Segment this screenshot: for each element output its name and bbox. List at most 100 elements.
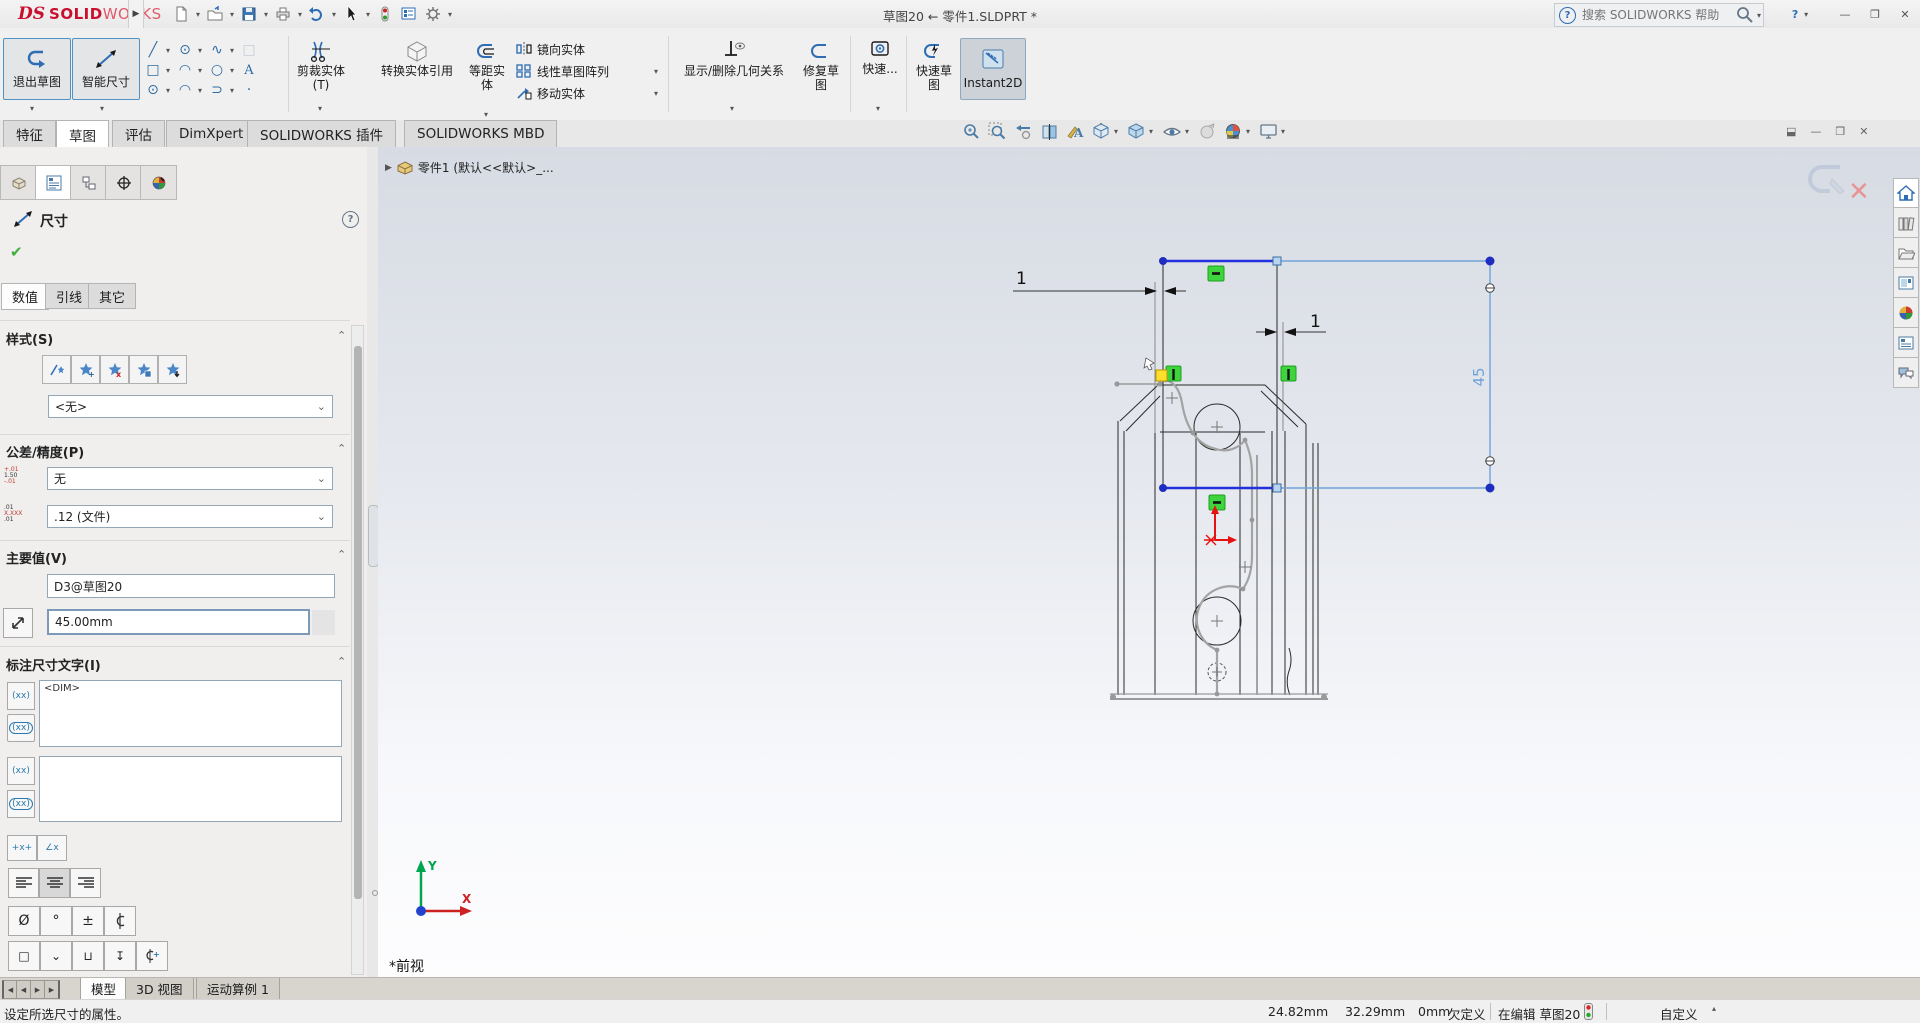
nav-prev-button[interactable]: ◀ bbox=[16, 980, 31, 999]
dropdown-arrow-icon[interactable]: ▾ bbox=[30, 104, 34, 113]
display-manager-tab[interactable] bbox=[140, 165, 177, 200]
view-settings-icon[interactable]: ▾ bbox=[1259, 122, 1287, 141]
dropdown-arrow-icon[interactable]: ▾ bbox=[196, 66, 204, 75]
collapse-icon[interactable]: ⌃ bbox=[337, 548, 346, 561]
square-symbol-button[interactable]: □ bbox=[8, 941, 40, 971]
dimension-45[interactable]: 45 bbox=[1277, 257, 1495, 493]
dimension-name-field[interactable]: D3@草图20 bbox=[47, 574, 335, 598]
zoom-area-icon[interactable] bbox=[988, 122, 1007, 141]
open-button[interactable] bbox=[204, 3, 226, 25]
save-style-button[interactable] bbox=[129, 355, 158, 384]
previous-view-icon[interactable] bbox=[1014, 122, 1033, 141]
taskpane-design-library-icon[interactable] bbox=[1893, 208, 1919, 238]
checkmark-symbol-button[interactable]: ⌄ bbox=[40, 941, 72, 971]
dropdown-arrow-icon[interactable]: ▾ bbox=[1147, 127, 1155, 136]
dimension-1-right[interactable]: 1 bbox=[1256, 312, 1326, 336]
select-cursor-button[interactable] bbox=[340, 3, 362, 25]
undo-button[interactable] bbox=[306, 3, 328, 25]
dropdown-arrow-icon[interactable]: ▾ bbox=[364, 10, 372, 19]
display-style-icon[interactable]: ▾ bbox=[1127, 122, 1155, 141]
logo-expand-button[interactable]: ▶ bbox=[128, 0, 144, 28]
dropdown-arrow-icon[interactable]: ▾ bbox=[100, 104, 104, 113]
dropdown-arrow-icon[interactable]: ▾ bbox=[1244, 127, 1252, 136]
style-section-header[interactable]: 样式(S) bbox=[6, 329, 53, 348]
align-left-button[interactable] bbox=[8, 868, 39, 898]
collapse-icon[interactable]: ⌃ bbox=[337, 655, 346, 668]
rapid-sketch-button[interactable]: 快速... bbox=[856, 40, 904, 76]
selected-point-marker[interactable] bbox=[1156, 370, 1167, 381]
tab-model[interactable]: 模型 bbox=[80, 978, 127, 1000]
slot-curve[interactable] bbox=[1166, 380, 1252, 694]
collapse-icon[interactable]: ⌃ bbox=[337, 442, 346, 455]
centerline-symbol-button[interactable] bbox=[104, 906, 136, 936]
inspection-dimension-button[interactable]: (xx) bbox=[7, 714, 35, 742]
sketch-origin[interactable] bbox=[1204, 505, 1237, 545]
panel-scrollbar[interactable] bbox=[351, 325, 364, 975]
dimension-text-section-header[interactable]: 标注尺寸文字(I) bbox=[6, 655, 101, 674]
up-arrow-icon[interactable]: ▴ bbox=[1712, 1004, 1716, 1013]
spline-tool-icon[interactable]: ∿ bbox=[206, 42, 228, 58]
vertex-handle[interactable] bbox=[1159, 484, 1167, 492]
graphics-area[interactable]: ▶ 零件1 (默认<<默认>_... bbox=[378, 147, 1920, 977]
dropdown-arrow-icon[interactable]: ▾ bbox=[446, 10, 454, 19]
more-symbols-button[interactable]: + bbox=[136, 941, 168, 971]
tab-dimxpert[interactable]: DimXpert bbox=[166, 120, 256, 147]
dropdown-arrow-icon[interactable]: ▾ bbox=[194, 10, 202, 19]
tab-leaders[interactable]: 引线 bbox=[45, 283, 93, 309]
annotation-view-icon[interactable]: A bbox=[1066, 122, 1085, 141]
cancel-sketch-icon[interactable]: ✕ bbox=[1848, 177, 1870, 207]
close-button[interactable]: ✕ bbox=[1892, 4, 1918, 24]
add-parenthesis-button-2[interactable]: (xx) bbox=[7, 757, 35, 785]
dropdown-arrow-icon[interactable]: ▾ bbox=[652, 89, 660, 98]
trim-corner-icon[interactable]: ⊃ bbox=[206, 82, 228, 98]
view-orientation-icon[interactable]: ▾ bbox=[1092, 122, 1120, 141]
style-dropdown[interactable]: <无>⌄ bbox=[48, 395, 333, 418]
taskpane-forum-icon[interactable] bbox=[1893, 358, 1919, 388]
confirmation-corner-icon[interactable] bbox=[1806, 163, 1848, 202]
inspection-dimension-button-2[interactable]: (xx) bbox=[7, 790, 35, 818]
dropdown-arrow-icon[interactable]: ▾ bbox=[1755, 11, 1763, 20]
move-entities-button[interactable]: 移动实体 ▾ bbox=[516, 82, 660, 104]
dropdown-arrow-icon[interactable]: ▾ bbox=[318, 104, 322, 113]
taskpane-custom-properties-icon[interactable] bbox=[1893, 328, 1919, 358]
sketch-drawing[interactable]: 1 1 bbox=[378, 147, 1920, 977]
section-view-icon[interactable] bbox=[1040, 122, 1059, 141]
horizontal-dimension-button[interactable]: +x+ bbox=[7, 835, 37, 861]
linear-pattern-button[interactable]: 线性草图阵列 ▾ bbox=[516, 60, 660, 82]
arc-tool-icon[interactable]: ◠ bbox=[174, 62, 196, 78]
doc-restore-icon[interactable]: ❐ bbox=[1835, 125, 1845, 138]
dropdown-arrow-icon[interactable]: ▾ bbox=[228, 66, 236, 75]
tab-3d-views[interactable]: 3D 视图 bbox=[125, 978, 194, 1000]
dropdown-arrow-icon[interactable]: ▾ bbox=[228, 86, 236, 95]
fillet-tool-icon[interactable]: ◠ bbox=[174, 82, 196, 98]
selection-filter-icon[interactable] bbox=[374, 3, 396, 25]
save-button[interactable] bbox=[238, 3, 260, 25]
taskpane-view-palette-icon[interactable] bbox=[1893, 268, 1919, 298]
taskpane-file-explorer-icon[interactable] bbox=[1893, 238, 1919, 268]
dropdown-arrow-icon[interactable]: ▾ bbox=[196, 46, 204, 55]
custom-toolbar-status[interactable]: 自定义 bbox=[1660, 1004, 1698, 1023]
add-style-button[interactable]: + bbox=[71, 355, 100, 384]
doc-minimize-icon[interactable]: — bbox=[1810, 125, 1821, 138]
value-spinner[interactable] bbox=[312, 610, 335, 635]
quick-sketch-button[interactable]: 快速草 图 bbox=[910, 42, 958, 92]
link-value-button[interactable] bbox=[3, 608, 33, 638]
circle-tool-icon[interactable]: ⊙ bbox=[174, 42, 196, 58]
mirror-entities-button[interactable]: 镜向实体 bbox=[516, 38, 660, 60]
slot-tool-icon[interactable]: ⊙ bbox=[142, 82, 164, 98]
confirm-check-icon[interactable]: ✔ bbox=[10, 243, 23, 261]
dropdown-arrow-icon[interactable]: ▾ bbox=[1183, 127, 1191, 136]
tab-motion-study[interactable]: 运动算例 1 bbox=[196, 978, 280, 1000]
align-center-button[interactable] bbox=[39, 868, 70, 898]
tolerance-section-header[interactable]: 公差/精度(P) bbox=[6, 442, 84, 461]
dropdown-arrow-icon[interactable]: ▾ bbox=[296, 10, 304, 19]
tolerance-dropdown[interactable]: 无⌄ bbox=[47, 467, 333, 490]
tab-addins[interactable]: SOLIDWORKS 插件 bbox=[247, 120, 396, 147]
plus-minus-symbol-button[interactable]: ± bbox=[72, 906, 104, 936]
repair-sketch-button[interactable]: 修复草 图 bbox=[796, 42, 846, 92]
instant2d-button[interactable]: Instant2D bbox=[960, 38, 1026, 100]
rectangle-tool-icon[interactable]: □ bbox=[142, 62, 164, 78]
search-input[interactable] bbox=[1580, 7, 1735, 23]
dropdown-arrow-icon[interactable]: ▾ bbox=[164, 46, 172, 55]
dropdown-arrow-icon[interactable]: ▾ bbox=[1112, 127, 1120, 136]
